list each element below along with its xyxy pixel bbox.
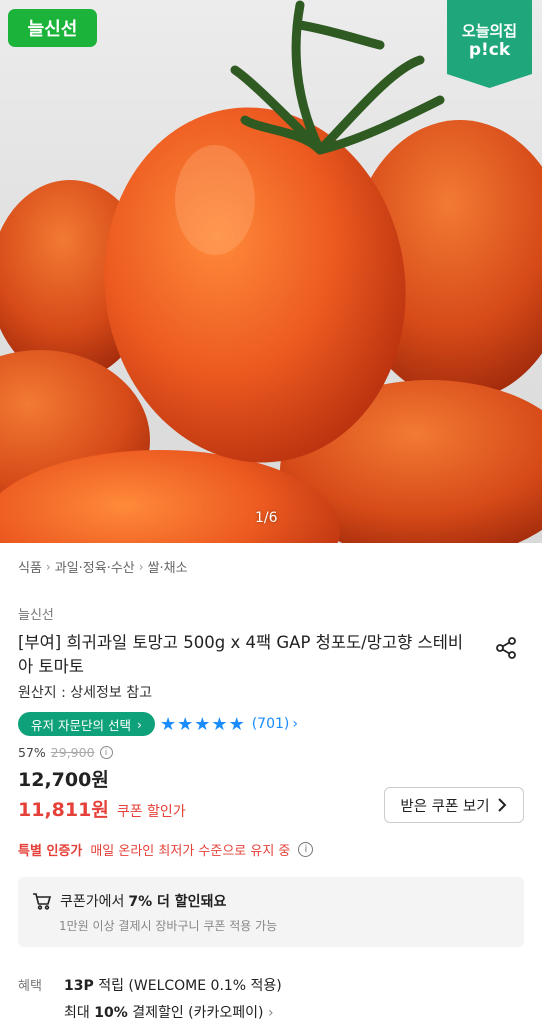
coupon-discount-highlight: 7% 더 할인돼요 <box>128 894 227 910</box>
coupon-discount-sub: 1만원 이상 결제시 장바구니 쿠폰 적용 가능 <box>59 919 278 933</box>
coupon-discount-box: 쿠폰가에서 7% 더 할인돼요 1만원 이상 결제시 장바구니 쿠폰 적용 가능 <box>18 877 524 947</box>
review-count: (701) <box>251 716 290 732</box>
chevron-right-icon <box>497 798 507 812</box>
pick-label-line2: p!ck <box>468 40 511 60</box>
cart-icon <box>33 893 52 910</box>
product-image[interactable]: 늘신선 오늘의집 p!ck 1/6 <box>0 0 542 543</box>
star-icon: ★ <box>160 713 177 735</box>
coupon-price-label: 쿠폰 할인가 <box>116 804 186 820</box>
star-icon: ★ <box>194 713 211 735</box>
origin-info: 원산지 : 상세정보 참고 <box>18 685 152 701</box>
fresh-badge: 늘신선 <box>8 9 97 47</box>
info-icon[interactable]: i <box>99 746 113 759</box>
share-icon[interactable] <box>494 636 518 660</box>
payment-discount-text: 결제할인 (카카오페이) <box>132 1005 264 1021</box>
star-icon: ★ <box>177 713 194 735</box>
original-price: 29,900 <box>50 745 95 760</box>
certified-price-label: 특별 인증가 <box>18 844 83 859</box>
today-pick-badge: 오늘의집 p!ck <box>447 0 532 88</box>
chevron-right-icon: › <box>267 1005 274 1021</box>
coupon-price: 11,811원 <box>18 799 109 821</box>
chevron-right-icon: › <box>45 559 51 574</box>
payment-discount-benefit[interactable]: 최대 10% 결제할인 (카카오페이) › <box>64 1002 274 1022</box>
certified-price-row: 특별 인증가 매일 온라인 최저가 수준으로 유지 중 i <box>18 840 314 859</box>
brand-name[interactable]: 늘신선 <box>18 604 54 623</box>
user-pick-label: 유저 자문단의 선택 <box>31 717 131 733</box>
info-icon[interactable]: i <box>298 842 314 857</box>
payment-discount-prefix: 최대 <box>64 1005 90 1021</box>
view-coupons-label: 받은 쿠폰 보기 <box>400 798 490 815</box>
chevron-right-icon: › <box>136 716 142 732</box>
breadcrumb: 식품 › 과일·정육·수산 › 쌀·채소 <box>18 557 188 577</box>
sale-price: 12,700원 <box>18 769 109 791</box>
breadcrumb-item[interactable]: 과일·정육·수산 <box>55 557 135 576</box>
user-pick-badge[interactable]: 유저 자문단의 선택 › <box>18 712 155 736</box>
star-icon: ★ <box>211 713 228 735</box>
points-amount: 13P <box>64 978 94 994</box>
coupon-price-row: 11,811원 쿠폰 할인가 <box>18 795 186 822</box>
chevron-right-icon: › <box>138 559 144 574</box>
coupon-discount-prefix: 쿠폰가에서 <box>60 894 125 910</box>
pick-label-line1: 오늘의집 <box>461 22 518 40</box>
chevron-right-icon: › <box>292 716 298 732</box>
product-title: [부여] 희귀과일 토망고 500g x 4팩 GAP 청포도/망고향 스테비아… <box>18 633 464 676</box>
points-text: 적립 (WELCOME 0.1% 적용) <box>98 978 282 994</box>
benefits-label: 혜택 <box>18 979 42 994</box>
discount-row: 57% 29,900 i <box>18 745 113 760</box>
view-coupons-button[interactable]: 받은 쿠폰 보기 <box>384 787 524 823</box>
star-icon: ★ <box>228 713 245 735</box>
payment-discount-rate: 10% <box>94 1005 128 1021</box>
discount-rate: 57% <box>18 745 46 760</box>
certified-price-text: 매일 온라인 최저가 수준으로 유지 중 <box>90 844 291 859</box>
coupon-discount-line: 쿠폰가에서 7% 더 할인돼요 <box>32 891 226 911</box>
breadcrumb-item[interactable]: 식품 <box>18 557 42 576</box>
image-counter: 1/6 <box>255 510 278 526</box>
points-benefit: 13P 적립 (WELCOME 0.1% 적용) <box>64 975 282 995</box>
breadcrumb-item[interactable]: 쌀·채소 <box>148 557 188 576</box>
rating[interactable]: ★ ★ ★ ★ ★ (701) › <box>160 712 298 736</box>
